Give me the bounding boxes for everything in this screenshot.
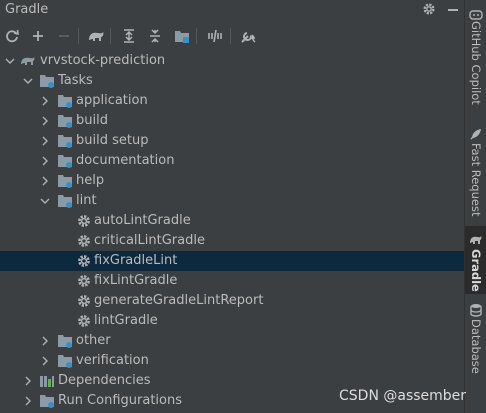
chevron-right-icon[interactable] [40,96,50,106]
toggle-offline-mode-icon[interactable] [204,25,226,47]
tree-row-group[interactable]: other [0,331,464,351]
group-modules-icon[interactable] [171,25,193,47]
reload-icon[interactable] [1,25,23,47]
tree-row-group-lint[interactable]: lint [0,191,464,211]
tool-window-strip: GitHub Copilot Fast Request Gradle Datab… [464,0,486,413]
group-label-help: help [76,173,105,188]
toolbar-separator [78,28,79,44]
chevron-right-icon[interactable] [40,136,50,146]
tree-row-group[interactable]: application [0,91,464,111]
hide-panel-icon[interactable] [446,1,460,15]
collapse-all-icon[interactable] [144,25,166,47]
chevron-right-icon[interactable] [23,396,33,406]
tab-github-copilot[interactable]: GitHub Copilot [465,6,486,110]
task-row[interactable]: generateGradleLintReport [0,291,464,311]
task-label: fixLintGradle [94,273,178,288]
remove-icon[interactable] [53,25,75,47]
task-row[interactable]: lintGradle [0,311,464,331]
group-label-build: build [76,113,108,128]
tab-database[interactable]: Database [465,302,486,374]
task-label: lintGradle [94,313,158,328]
tree-row-group[interactable]: build setup [0,131,464,151]
title-actions [422,1,460,15]
task-row[interactable]: fixLintGradle [0,271,464,291]
toolbar-separator [110,28,111,44]
task-folder-icon [57,93,73,109]
copilot-icon [469,6,483,20]
gear-icon [76,213,92,229]
dependencies-icon [39,373,55,389]
task-folder-icon [57,333,73,349]
tab-label: Gradle [469,249,483,292]
task-label: generateGradleLintReport [94,293,264,308]
group-label-application: application [76,93,148,108]
tab-label: Database [469,319,483,374]
task-label: fixGradleLint [94,253,178,268]
gear-icon [76,233,92,249]
gear-icon [76,313,92,329]
task-folder-icon [57,173,73,189]
group-label-verification: verification [76,353,149,368]
expand-all-icon[interactable] [118,25,140,47]
tab-label: Fast Request [469,143,483,217]
tree-row-group[interactable]: documentation [0,151,464,171]
gear-icon [76,253,92,269]
dependencies-label: Dependencies [58,373,151,388]
chevron-right-icon[interactable] [40,336,50,346]
chevron-right-icon[interactable] [40,156,50,166]
chevron-right-icon[interactable] [40,356,50,366]
tree-row-project[interactable]: vrvstock-prediction [0,51,464,71]
task-folder-icon [57,353,73,369]
chevron-right-icon[interactable] [23,376,33,386]
toolbar-separator [196,28,197,44]
task-folder-icon [57,133,73,149]
build-tool-settings-icon[interactable] [237,25,259,47]
gradle-elephant-icon [469,232,483,246]
settings-gear-icon[interactable] [422,1,436,15]
toolbar-separator [230,28,231,44]
tab-label: GitHub Copilot [469,21,483,105]
tree-row-group[interactable]: verification [0,351,464,371]
tasks-label: Tasks [58,73,93,88]
run-configurations-icon [39,393,55,409]
chevron-down-icon[interactable] [23,76,33,86]
group-label-lint: lint [76,193,97,208]
tab-fast-request[interactable]: Fast Request [465,126,486,216]
tree-row-group[interactable]: help [0,171,464,191]
task-folder-icon [57,193,73,209]
chevron-down-icon[interactable] [5,56,15,66]
task-row-selected[interactable]: fixGradleLint [0,251,464,271]
tab-gradle[interactable]: Gradle [465,226,486,294]
panel-title: Gradle [5,2,49,17]
task-folder-icon [57,153,73,169]
panel-title-bar: Gradle [0,0,464,20]
gear-icon [76,293,92,309]
tree-row-tasks[interactable]: Tasks [0,71,464,91]
gradle-elephant-icon [20,53,36,69]
add-icon[interactable] [27,25,49,47]
gear-icon [76,273,92,289]
chevron-right-icon[interactable] [40,116,50,126]
task-row[interactable]: autoLintGradle [0,211,464,231]
project-name: vrvstock-prediction [40,53,166,68]
gradle-elephant-icon[interactable] [85,25,107,47]
run-configurations-label: Run Configurations [58,393,182,408]
group-label-documentation: documentation [76,153,175,168]
task-row[interactable]: criticalLintGradle [0,231,464,251]
gradle-panel: Gradle vrvstock-prediction Tasks applica… [0,0,464,413]
task-folder-icon [57,113,73,129]
task-label: autoLintGradle [94,213,191,228]
group-label-build-setup: build setup [76,133,149,148]
watermark: CSDN @assember [339,388,467,404]
rocket-icon [469,126,483,140]
group-label-other: other [76,333,111,348]
database-icon [469,302,483,317]
chevron-down-icon[interactable] [40,196,50,206]
chevron-right-icon[interactable] [40,176,50,186]
tree-row-group[interactable]: build [0,111,464,131]
task-label: criticalLintGradle [94,233,205,248]
task-folder-icon [39,73,55,89]
gradle-toolbar [0,25,464,49]
